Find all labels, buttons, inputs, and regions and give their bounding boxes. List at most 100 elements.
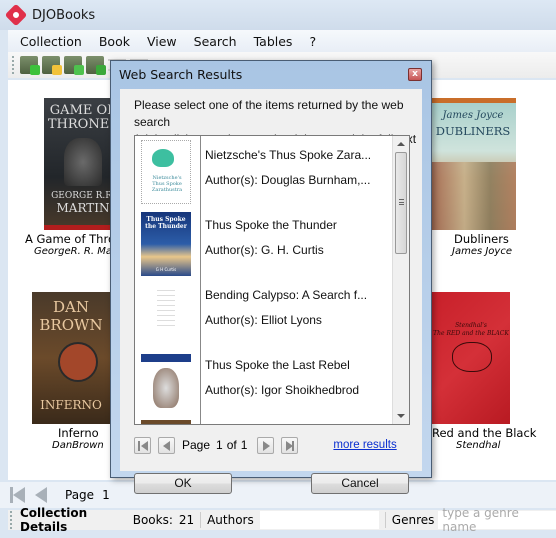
result-title: Bending Calypso: A Search f...: [205, 288, 368, 302]
menu-bar: Collection Book View Search Tables ?: [8, 30, 556, 52]
previous-page-button[interactable]: [158, 436, 175, 454]
first-page-button[interactable]: [134, 436, 151, 454]
footprint-icon: [152, 149, 174, 167]
book-author: DanBrown: [52, 440, 104, 451]
window-titlebar: DJOBooks: [0, 0, 556, 30]
toolbar-grip[interactable]: [12, 56, 14, 74]
menu-help[interactable]: ?: [309, 34, 316, 49]
grip-icon: [399, 199, 404, 205]
book-cover: DAN BROWN INFERNO: [32, 292, 110, 424]
import-book-icon[interactable]: [86, 56, 106, 75]
result-author: Author(s): Douglas Burnham,...: [205, 173, 371, 187]
app-logo-icon: [4, 3, 28, 27]
cover-illustration: [452, 342, 492, 372]
dialog-title: Web Search Results: [119, 67, 243, 82]
book-item[interactable]: DAN BROWN INFERNO Inferno DanBrown: [10, 292, 120, 451]
first-page-arrow[interactable]: [13, 487, 25, 503]
export-book-icon[interactable]: [64, 56, 84, 75]
cover-title-text: INFERNO: [40, 398, 102, 412]
previous-page-icon[interactable]: [35, 487, 47, 503]
ok-button[interactable]: OK: [134, 473, 232, 494]
message-line: Please select one of the items returned …: [134, 98, 404, 129]
menu-search[interactable]: Search: [194, 34, 237, 49]
result-title: Nietzsche's Thus Spoke Zara...: [205, 148, 372, 162]
current-page: 1: [216, 438, 223, 452]
page-number: 1: [102, 488, 110, 502]
statusbar-grip: [10, 511, 12, 529]
of-label: of: [226, 438, 237, 452]
app-title: DJOBooks: [32, 7, 96, 23]
menu-view[interactable]: View: [147, 34, 177, 49]
close-icon[interactable]: x: [408, 68, 422, 81]
thumb-portrait: [153, 368, 179, 408]
result-author: Author(s): Igor Shoikhedbrod: [205, 383, 360, 397]
book-author: Stendhal: [456, 440, 501, 451]
divider: [200, 512, 202, 528]
cover-author-text: James Joyce: [442, 110, 504, 121]
more-results-link[interactable]: more results: [333, 439, 396, 451]
book-item[interactable]: GAME OF THRONES GEORGE R.R. MARTIN A Game …: [10, 98, 123, 257]
thumb-text: Nietzsche's Thus Spoke Zarathustra: [151, 175, 183, 193]
result-thumbnail-partial: [141, 420, 191, 424]
result-title: Thus Spoke the Last Rebel: [205, 358, 350, 372]
genres-label: Genres: [391, 513, 435, 527]
book-title: Red and the Black: [432, 426, 537, 440]
dialog-body: Please select one of the items returned …: [120, 89, 422, 494]
collection-pager: Page 1: [0, 482, 556, 508]
cover-title-text: DUBLINERS: [435, 124, 511, 138]
scrollbar-thumb[interactable]: [395, 152, 407, 254]
next-page-button[interactable]: [257, 436, 275, 454]
thumbnail-column: Nietzsche's Thus Spoke Zarathustra Thus Sp…: [135, 136, 201, 424]
cover-text: Stendhal's The RED and the BLACK: [433, 322, 509, 337]
scroll-down-icon[interactable]: [397, 414, 405, 418]
book-cover: James Joyce DUBLINERS: [430, 98, 516, 230]
thumb-text: Thus Spoke the Thunder: [145, 216, 187, 230]
book-title: Dubliners: [454, 232, 509, 246]
thumb-author: G H Curtis: [155, 267, 177, 272]
book-title: Inferno: [58, 426, 99, 440]
divider: [384, 512, 386, 528]
page-label: Page: [65, 488, 95, 502]
result-author: Author(s): Elliot Lyons: [205, 313, 322, 327]
book-title: A Game of Thron: [25, 232, 123, 246]
result-author: Author(s): G. H. Curtis: [205, 243, 324, 257]
authors-input[interactable]: [259, 511, 379, 529]
menu-tables[interactable]: Tables: [254, 34, 293, 49]
authors-label: Authors: [207, 513, 254, 527]
menu-book[interactable]: Book: [99, 34, 130, 49]
scroll-up-icon[interactable]: [397, 142, 405, 146]
total-pages: 1: [240, 438, 248, 452]
results-list[interactable]: Nietzsche's Thus Spoke Zarathustra Thus Sp…: [134, 135, 410, 425]
cover-street-scene: [430, 162, 516, 230]
open-book-icon[interactable]: [42, 56, 62, 75]
result-thumbnail[interactable]: Thus Spoke the Thunder G H Curtis: [141, 212, 191, 276]
result-thumbnail[interactable]: Nietzsche's Thus Spoke Zarathustra: [141, 140, 191, 204]
cover-medallion: [58, 342, 98, 382]
status-bar: Collection Details Books: 21 Authors Gen…: [8, 506, 556, 534]
result-thumbnail[interactable]: [141, 354, 191, 418]
thumb-lines: [157, 290, 175, 330]
new-book-icon[interactable]: [20, 56, 40, 75]
book-item[interactable]: Stendhal's The RED and the BLACK Red and …: [426, 292, 536, 451]
cancel-button[interactable]: Cancel: [311, 473, 409, 494]
cover-figure: [64, 138, 102, 186]
result-thumbnail[interactable]: [141, 284, 191, 348]
page-label: Page: [182, 438, 211, 452]
book-author: GeorgeR. R. Marti: [34, 246, 123, 257]
cover-text: DAN BROWN: [39, 298, 103, 334]
book-item[interactable]: James Joyce DUBLINERS Dubliners James Jo…: [426, 98, 536, 257]
book-cover: Stendhal's The RED and the BLACK: [432, 292, 510, 424]
last-page-button[interactable]: [281, 436, 299, 454]
results-scrollbar[interactable]: [392, 136, 409, 424]
book-author: James Joyce: [452, 246, 512, 257]
collection-details-label: Collection Details: [20, 506, 88, 534]
genres-input[interactable]: type a genre name: [438, 506, 556, 534]
books-count: 21: [178, 513, 195, 527]
books-label: Books:: [132, 513, 173, 527]
result-title: Thus Spoke the Thunder: [205, 218, 337, 232]
thumb-banner: [141, 354, 191, 362]
results-text-column: Nietzsche's Thus Spoke Zara... Author(s)…: [205, 136, 391, 424]
dialog-pager: Page 1 of 1 more results: [134, 435, 397, 455]
web-search-results-dialog: Web Search Results x Please select one o…: [110, 60, 432, 494]
menu-collection[interactable]: Collection: [20, 34, 82, 49]
